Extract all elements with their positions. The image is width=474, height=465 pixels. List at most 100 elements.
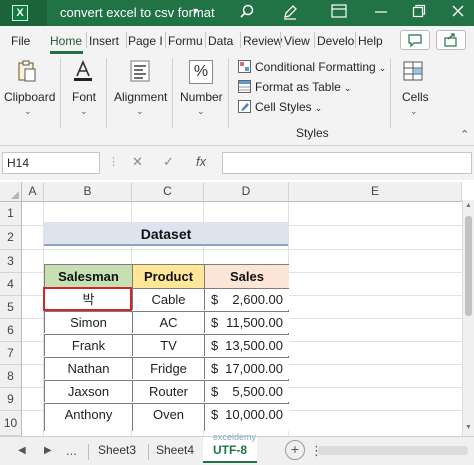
header-product[interactable]: Product — [132, 264, 204, 288]
row-header-7[interactable]: 7 — [0, 342, 22, 365]
row-header-3[interactable]: 3 — [0, 250, 22, 273]
next-sheet-icon[interactable]: ▶ — [44, 445, 52, 456]
sales-amount: 10,000.00 — [225, 407, 283, 422]
cells-icon[interactable] — [402, 60, 424, 82]
title-dropdown-icon[interactable]: ▾ — [193, 6, 198, 17]
font-icon[interactable] — [72, 60, 94, 82]
font-group-label[interactable]: Font — [72, 90, 96, 104]
format-as-table-button[interactable]: Format as Table ⌄ — [238, 80, 351, 98]
column-header-a[interactable]: A — [22, 182, 44, 202]
chevron-down-icon: ⌄ — [378, 63, 387, 73]
column-header-d[interactable]: D — [204, 182, 289, 202]
column-header-c[interactable]: C — [132, 182, 204, 202]
percent-icon[interactable]: % — [189, 60, 213, 84]
tab-data[interactable]: Data — [208, 34, 233, 48]
sheet-tab-sheet4[interactable]: Sheet4 — [156, 443, 194, 457]
scrollbar-thumb[interactable] — [465, 216, 472, 316]
sales-cell[interactable]: $5,500.00 — [204, 380, 289, 402]
format-as-table-icon — [238, 80, 251, 93]
number-chevron-down-icon[interactable]: ⌄ — [197, 106, 205, 117]
cancel-entry-icon[interactable]: ✕ — [132, 154, 143, 170]
row-header-2[interactable]: 2 — [0, 226, 22, 250]
product-cell[interactable]: Router — [132, 380, 204, 402]
sales-cell[interactable]: $17,000.00 — [204, 357, 289, 379]
tab-file[interactable]: File — [11, 34, 30, 48]
pen-icon[interactable] — [281, 4, 299, 22]
previous-sheet-icon[interactable]: ◀ — [18, 445, 26, 456]
product-cell[interactable]: TV — [132, 334, 204, 356]
scroll-down-icon[interactable]: ▼ — [465, 424, 472, 431]
salesman-cell[interactable]: Nathan — [44, 357, 132, 379]
tab-home[interactable]: Home — [50, 34, 82, 48]
product-cell[interactable]: Cable — [132, 288, 204, 310]
add-sheet-button[interactable]: + — [285, 440, 305, 460]
product-cell[interactable]: Oven — [132, 403, 204, 431]
formula-input[interactable] — [222, 152, 472, 174]
conditional-formatting-button[interactable]: Conditional Formatting ⌄ — [238, 60, 386, 78]
clipboard-group-label[interactable]: Clipboard — [4, 90, 55, 104]
salesman-cell[interactable]: Anthony — [44, 403, 132, 431]
more-sheets-left[interactable]: ... — [66, 443, 77, 458]
minimize-icon[interactable] — [372, 4, 390, 22]
tab-review[interactable]: Review — [243, 34, 282, 48]
salesman-cell[interactable]: Jaxson — [44, 380, 132, 402]
currency-symbol: $ — [211, 384, 219, 399]
collapse-ribbon-icon[interactable]: ⌃ — [460, 128, 469, 141]
vertical-scrollbar[interactable]: ▲ ▼ — [462, 200, 474, 436]
row-header-6[interactable]: 6 — [0, 319, 22, 342]
sales-cell[interactable]: $10,000.00 — [204, 403, 289, 431]
cells-group-label[interactable]: Cells — [402, 90, 429, 104]
tab-help[interactable]: Help — [358, 34, 383, 48]
tab-formulas[interactable]: Formu — [168, 34, 203, 48]
row-header-5[interactable]: 5 — [0, 296, 22, 319]
cell-styles-button[interactable]: Cell Styles ⌄ — [238, 100, 322, 118]
column-header-b[interactable]: B — [44, 182, 132, 202]
horizontal-scrollbar[interactable] — [318, 446, 468, 455]
restore-icon[interactable] — [410, 4, 428, 22]
confirm-entry-icon[interactable]: ✓ — [163, 154, 174, 170]
header-sales[interactable]: Sales — [204, 264, 289, 288]
row-header-8[interactable]: 8 — [0, 365, 22, 388]
tab-view[interactable]: View — [284, 34, 310, 48]
name-box[interactable]: H14 — [2, 152, 100, 174]
font-chevron-down-icon[interactable]: ⌄ — [80, 106, 88, 117]
product-cell[interactable]: AC — [132, 311, 204, 333]
alignment-group-label[interactable]: Alignment — [114, 90, 167, 104]
paste-icon[interactable] — [16, 60, 38, 82]
ribbon-display-icon[interactable] — [330, 4, 348, 22]
search-icon[interactable] — [238, 4, 256, 22]
salesman-cell[interactable]: Simon — [44, 311, 132, 333]
header-salesman[interactable]: Salesman — [44, 264, 132, 288]
tab-developer[interactable]: Develo — [317, 34, 354, 48]
column-header-e[interactable]: E — [289, 182, 462, 202]
tab-divider — [86, 32, 87, 48]
sheet-tab-sheet3[interactable]: Sheet3 — [98, 443, 136, 457]
tab-insert[interactable]: Insert — [89, 34, 119, 48]
share-button[interactable] — [436, 30, 466, 50]
tab-page-layout[interactable]: Page I — [128, 34, 163, 48]
select-all-button[interactable] — [0, 182, 22, 202]
number-group-label[interactable]: Number — [180, 90, 223, 104]
window-title[interactable]: convert excel to csv format — [60, 5, 215, 20]
alignment-chevron-down-icon[interactable]: ⌄ — [136, 106, 144, 117]
row-header-9[interactable]: 9 — [0, 388, 22, 411]
highlighted-cell-outline — [43, 287, 132, 311]
row-header-4[interactable]: 4 — [0, 273, 22, 296]
salesman-cell[interactable]: Frank — [44, 334, 132, 356]
row-header-10[interactable]: 10 — [0, 411, 22, 436]
scroll-up-icon[interactable]: ▲ — [465, 202, 472, 209]
close-icon[interactable] — [449, 4, 467, 22]
row-header-1[interactable]: 1 — [0, 202, 22, 226]
clipboard-chevron-down-icon[interactable]: ⌄ — [24, 106, 32, 117]
product-cell[interactable]: Fridge — [132, 357, 204, 379]
cells-chevron-down-icon[interactable]: ⌄ — [410, 106, 418, 117]
sales-cell[interactable]: $11,500.00 — [204, 311, 289, 333]
alignment-icon[interactable] — [129, 60, 151, 82]
dataset-title[interactable]: Dataset — [44, 222, 288, 246]
group-divider — [228, 58, 229, 128]
sales-amount: 17,000.00 — [225, 361, 283, 376]
sales-cell[interactable]: $13,500.00 — [204, 334, 289, 356]
insert-function-icon[interactable]: fx — [196, 154, 206, 169]
sales-cell[interactable]: $2,600.00 — [204, 288, 289, 310]
comments-button[interactable] — [400, 30, 430, 50]
